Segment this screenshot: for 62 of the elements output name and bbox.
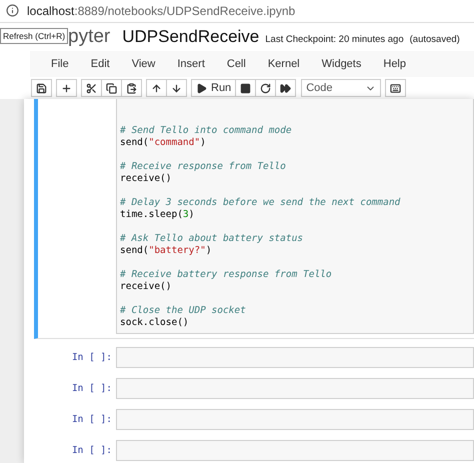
save-button[interactable] xyxy=(31,79,52,98)
code-comment: # Send Tello into command mode xyxy=(120,125,293,137)
autosave-status: (autosaved) xyxy=(410,34,460,46)
code-cell[interactable] xyxy=(34,99,474,339)
stop-icon xyxy=(240,82,252,94)
code-input[interactable] xyxy=(116,409,474,430)
code-input[interactable] xyxy=(116,440,474,461)
move-down-button[interactable] xyxy=(166,79,187,98)
code-comment: # Ask Tello about battery status xyxy=(120,233,304,245)
code-line: receive() xyxy=(120,281,172,293)
cut-button[interactable] xyxy=(81,79,102,98)
code-input[interactable] xyxy=(116,347,474,368)
menu-item[interactable]: Help xyxy=(372,58,417,70)
checkpoint-text: Last Checkpoint: 20 minutes ago xyxy=(265,34,404,46)
logo-text: pyter xyxy=(68,26,110,48)
input-prompt: In [ ]: xyxy=(72,352,112,363)
code-line: sock.close() xyxy=(120,317,190,329)
move-up-button[interactable] xyxy=(146,79,167,98)
insert-cell-button[interactable] xyxy=(56,79,77,98)
restart-button[interactable] xyxy=(255,79,276,98)
paste-icon xyxy=(126,82,137,94)
keyboard-icon xyxy=(390,82,402,94)
code-comment: # Receive battery response from Tello xyxy=(120,269,333,281)
scissors-icon xyxy=(86,82,97,94)
code-comment: # Delay 3 seconds before we send the next command xyxy=(120,197,402,209)
menu-item[interactable]: Cell xyxy=(216,58,257,70)
plus-icon xyxy=(61,82,72,94)
arrow-down-icon xyxy=(171,82,182,94)
info-icon[interactable] xyxy=(6,4,19,18)
notebook-title[interactable]: UDPSendReceive xyxy=(122,27,260,48)
input-prompt: In [ ]: xyxy=(72,445,112,456)
copy-button[interactable] xyxy=(101,79,122,98)
menu-item[interactable]: View xyxy=(120,58,166,70)
code-line: time.sleep(3) xyxy=(120,209,196,221)
input-prompt: In [ ]: xyxy=(72,383,112,394)
menu-item[interactable]: Kernel xyxy=(256,58,311,70)
restart-icon xyxy=(260,82,272,94)
menu-item[interactable]: Insert xyxy=(166,58,216,70)
copy-icon xyxy=(106,82,117,94)
keyboard-shortcuts-button[interactable] xyxy=(385,79,406,98)
code-line: receive() xyxy=(120,173,172,185)
paste-button[interactable] xyxy=(121,79,142,98)
stop-button[interactable] xyxy=(235,79,256,98)
cell-type-select[interactable]: Code xyxy=(301,79,382,98)
input-prompt: In [ ]: xyxy=(72,414,112,425)
code-comment: # Close the UDP socket xyxy=(120,305,247,317)
code-input[interactable] xyxy=(116,99,474,334)
menu-item[interactable]: Edit xyxy=(80,58,121,70)
run-all-button[interactable] xyxy=(275,79,296,98)
code-comment: # Receive response from Tello xyxy=(120,161,287,173)
tooltip: Refresh (Ctrl+R) xyxy=(0,28,68,44)
fast-forward-icon xyxy=(280,82,292,94)
url-text[interactable]: localhost:8889/notebooks/UDPSendReceive.ipynb xyxy=(27,4,296,18)
play-icon xyxy=(196,82,207,94)
arrow-up-icon xyxy=(151,82,162,94)
code-line: send("command") xyxy=(120,137,207,149)
save-icon xyxy=(36,82,47,94)
menu-item[interactable]: File xyxy=(40,58,80,70)
code-input[interactable] xyxy=(116,378,474,399)
code-line: send("battery?") xyxy=(120,245,213,257)
menu-item[interactable]: Widgets xyxy=(310,58,372,70)
run-button[interactable]: Run xyxy=(191,79,236,98)
